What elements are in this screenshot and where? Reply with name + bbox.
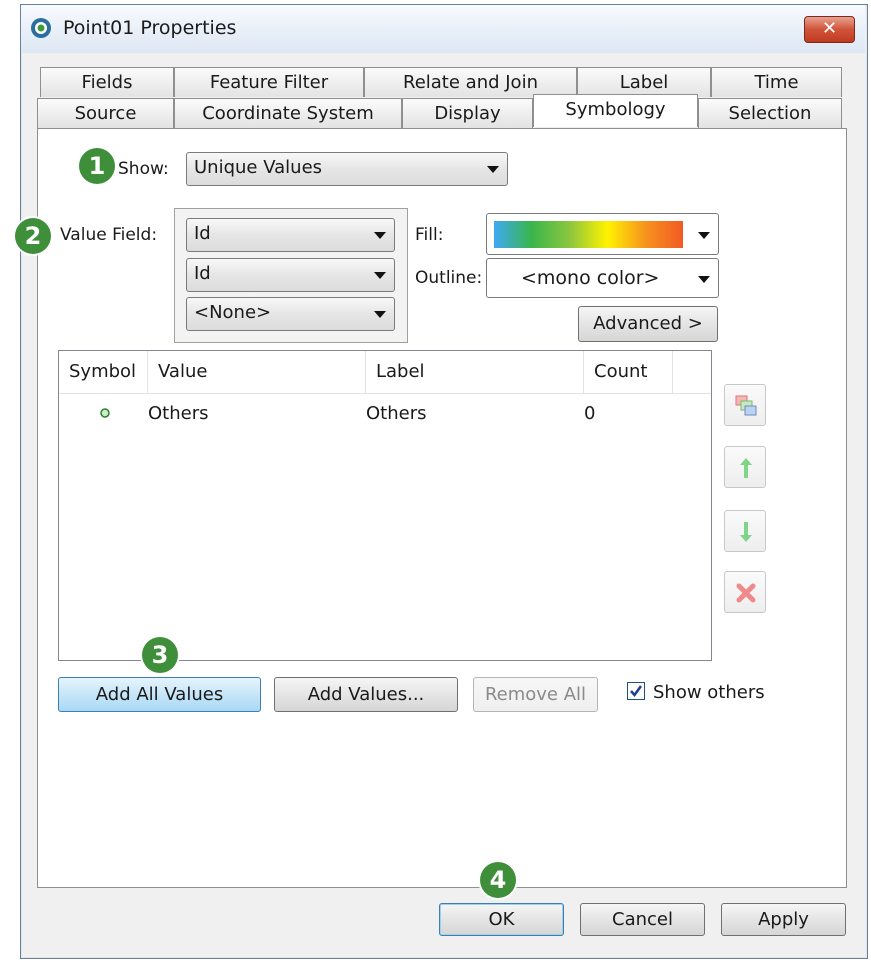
checkmark-icon — [630, 685, 643, 698]
table-header: Symbol Value Label Count — [59, 351, 711, 394]
cancel-button[interactable]: Cancel — [580, 903, 705, 936]
color-ramp-swatch — [494, 221, 683, 248]
row-count: 0 — [584, 403, 596, 424]
show-dropdown-value: Unique Values — [194, 157, 323, 178]
show-others-label: Show others — [653, 682, 765, 703]
step-badge-1: 1 — [79, 148, 115, 184]
step-badge-2: 2 — [15, 218, 51, 254]
delete-value-button[interactable] — [724, 571, 766, 613]
column-header-label[interactable]: Label — [366, 351, 584, 393]
show-label: Show: — [118, 159, 169, 179]
app-icon — [31, 18, 51, 38]
tab-selection[interactable]: Selection — [698, 98, 842, 128]
remove-all-button[interactable]: Remove All — [473, 677, 598, 712]
close-icon: ✕ — [821, 18, 838, 39]
column-header-count[interactable]: Count — [584, 351, 673, 393]
show-dropdown[interactable]: Unique Values — [186, 152, 508, 186]
merge-values-button[interactable] — [724, 384, 766, 426]
value-field-dropdown-1[interactable]: Id — [186, 218, 395, 252]
point-symbol-icon — [100, 408, 110, 418]
tab-display[interactable]: Display — [402, 98, 533, 128]
value-field-3-value: <None> — [194, 302, 272, 323]
advanced-button[interactable]: Advanced > — [578, 306, 718, 342]
tab-relate-and-join[interactable]: Relate and Join — [364, 67, 577, 97]
row-value: Others — [148, 403, 209, 424]
ok-button[interactable]: OK — [439, 903, 564, 936]
outline-dropdown[interactable]: <mono color> — [486, 258, 719, 298]
tab-label[interactable]: Label — [577, 67, 711, 97]
value-field-label: Value Field: — [60, 225, 158, 245]
move-down-button[interactable] — [724, 510, 766, 552]
value-field-2-value: Id — [194, 263, 211, 284]
tab-coordinate-system[interactable]: Coordinate System — [174, 98, 402, 128]
column-header-value[interactable]: Value — [148, 351, 366, 393]
tab-symbology[interactable]: Symbology — [533, 94, 698, 127]
chevron-down-icon — [698, 232, 710, 239]
fill-color-ramp-dropdown[interactable] — [486, 213, 719, 255]
move-up-button[interactable] — [724, 446, 766, 488]
tab-time[interactable]: Time — [711, 67, 842, 97]
tab-source[interactable]: Source — [37, 98, 174, 128]
window-title: Point01 Properties — [63, 17, 237, 39]
outline-dropdown-value: <mono color> — [521, 267, 660, 289]
show-others-checkbox[interactable] — [627, 682, 645, 700]
row-label: Others — [366, 403, 427, 424]
chevron-down-icon — [374, 232, 386, 239]
chevron-down-icon — [487, 166, 499, 173]
add-values-button[interactable]: Add Values... — [274, 677, 458, 712]
merge-icon — [735, 395, 757, 416]
chevron-down-icon — [374, 272, 386, 279]
delete-icon — [736, 583, 756, 603]
tab-fields[interactable]: Fields — [40, 67, 174, 97]
value-field-dropdown-3[interactable]: <None> — [186, 297, 395, 331]
step-badge-4: 4 — [480, 862, 516, 898]
fill-label: Fill: — [415, 225, 444, 245]
column-header-symbol[interactable]: Symbol — [59, 351, 148, 393]
close-button[interactable]: ✕ — [804, 16, 855, 43]
chevron-down-icon — [698, 276, 710, 283]
arrow-up-icon — [740, 458, 752, 478]
value-field-1-value: Id — [194, 223, 211, 244]
chevron-down-icon — [374, 311, 386, 318]
outline-label: Outline: — [415, 268, 483, 288]
tab-feature-filter[interactable]: Feature Filter — [174, 67, 364, 97]
apply-button[interactable]: Apply — [721, 903, 846, 936]
step-badge-3: 3 — [142, 637, 178, 673]
value-field-dropdown-2[interactable]: Id — [186, 258, 395, 292]
unique-values-table: Symbol Value Label Count Others Others 0 — [58, 350, 712, 661]
arrow-down-icon — [740, 522, 752, 542]
add-all-values-button[interactable]: Add All Values — [58, 677, 261, 712]
